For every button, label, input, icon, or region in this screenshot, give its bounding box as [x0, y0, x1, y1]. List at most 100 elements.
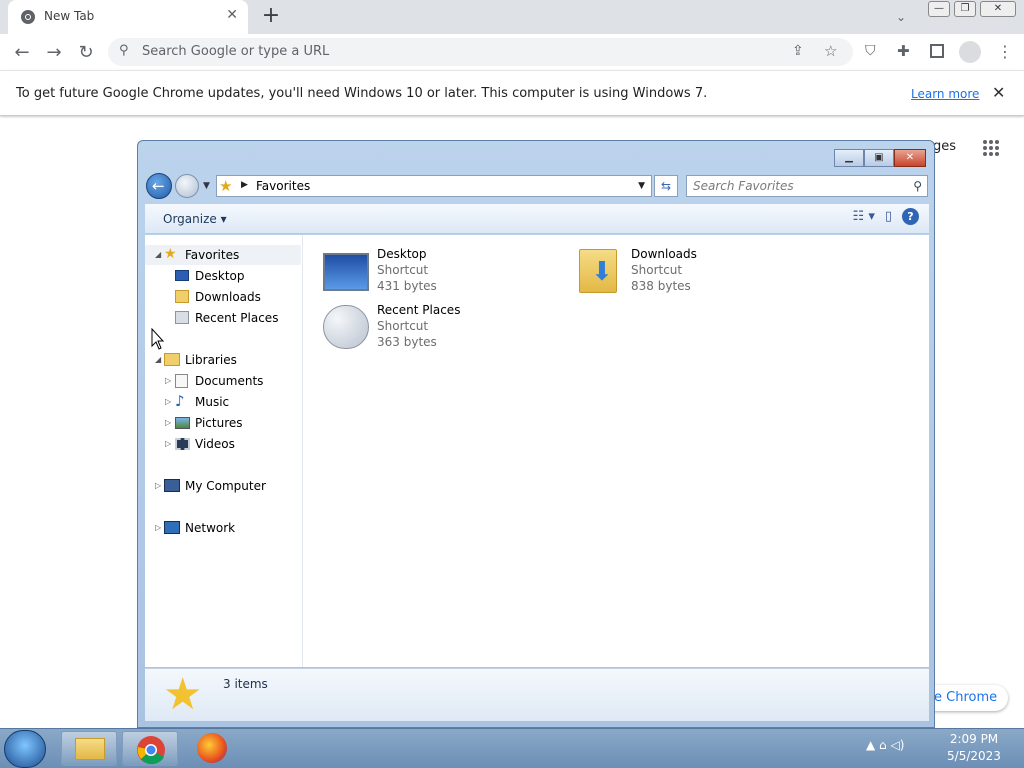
videos-icon — [175, 438, 190, 450]
nav-item-pictures[interactable]: ▷ Pictures — [165, 413, 243, 433]
learn-more-link[interactable]: Learn more — [911, 87, 979, 101]
download-arrow-icon: ⬇ — [591, 257, 613, 287]
new-tab-button[interactable]: + — [260, 5, 282, 27]
recent-places-shortcut-icon — [323, 305, 369, 349]
taskbar-explorer-button[interactable] — [61, 731, 117, 766]
side-panel-icon[interactable] — [930, 44, 944, 58]
expand-arrow-icon[interactable]: ▷ — [165, 392, 171, 412]
help-icon[interactable]: ? — [902, 208, 919, 225]
file-item-downloads[interactable]: ⬇ Downloads Shortcut 838 bytes — [577, 247, 797, 297]
libraries-icon — [164, 353, 180, 366]
nav-item-documents[interactable]: ▷ Documents — [165, 371, 263, 391]
search-favorites-input[interactable]: Search Favorites ⚲ — [686, 175, 928, 197]
explorer-window: ▁ ▣ ✕ ← ▼ ★ ▶ Favorites ▼ ⇆ Search Favor… — [137, 140, 935, 728]
extensions-puzzle-icon[interactable]: ✚ — [897, 42, 910, 60]
nav-item-videos[interactable]: ▷ Videos — [165, 434, 235, 454]
tab-search-chevron-icon[interactable]: ⌄ — [896, 10, 906, 24]
file-item-desktop[interactable]: Desktop Shortcut 431 bytes — [323, 247, 543, 297]
explorer-close-button[interactable]: ✕ — [894, 149, 926, 167]
nav-item-music[interactable]: ▷ ♪ Music — [165, 392, 229, 412]
explorer-forward-button[interactable] — [175, 174, 199, 198]
nav-item-network[interactable]: ▷ Network — [155, 518, 235, 538]
explorer-minimize-button[interactable]: ▁ — [834, 149, 864, 167]
taskbar-chrome-button[interactable] — [122, 731, 178, 766]
chrome-menu-icon[interactable]: ⋮ — [997, 42, 1013, 61]
images-link-partial[interactable]: ges — [933, 139, 956, 154]
details-pane: ★ 3 items — [145, 668, 929, 721]
file-item-recent-places[interactable]: Recent Places Shortcut 363 bytes — [323, 303, 543, 353]
nav-item-favorites[interactable]: ◢ ★ Favorites — [155, 245, 239, 265]
nav-item-my-computer[interactable]: ▷ My Computer — [155, 476, 266, 496]
change-view-icon[interactable]: ☷ ▾ — [853, 209, 875, 224]
tab-new-tab[interactable]: New Tab ✕ — [8, 0, 248, 34]
pictures-icon — [175, 417, 190, 429]
network-icon — [164, 521, 180, 534]
chrome-minimize-button[interactable]: — — [928, 1, 950, 17]
organize-menu-button[interactable]: Organize ▾ — [163, 212, 227, 226]
search-icon: ⚲ — [119, 43, 129, 58]
recent-pages-dropdown-icon[interactable]: ▼ — [203, 181, 210, 191]
computer-icon — [164, 479, 180, 492]
infobar-close-icon[interactable]: ✕ — [992, 83, 1005, 102]
bookmark-star-icon[interactable]: ☆ — [824, 42, 837, 60]
expand-arrow-icon[interactable]: ▷ — [155, 476, 161, 496]
start-button[interactable] — [4, 730, 46, 768]
address-dropdown-icon[interactable]: ▼ — [638, 181, 645, 191]
expand-arrow-icon[interactable]: ▷ — [155, 518, 161, 538]
address-breadcrumb[interactable]: Favorites — [256, 179, 310, 193]
expand-arrow-icon[interactable]: ▷ — [165, 371, 171, 391]
clock-time[interactable]: 2:09 PM — [944, 732, 1004, 746]
tab-title: New Tab — [44, 9, 95, 23]
apps-grid-icon[interactable] — [982, 139, 1000, 157]
mouse-cursor-icon — [151, 328, 165, 350]
explorer-folder-icon — [75, 738, 105, 760]
star-icon: ★ — [164, 246, 177, 262]
recent-places-icon — [175, 311, 189, 324]
collapse-arrow-icon[interactable]: ◢ — [155, 350, 161, 370]
customize-chrome-label: e Chrome — [934, 690, 998, 705]
nav-item-desktop[interactable]: Desktop — [175, 266, 245, 286]
explorer-back-button[interactable]: ← — [146, 173, 172, 199]
explorer-window-controls: ▁ ▣ ✕ — [834, 149, 926, 167]
downloads-folder-icon — [175, 290, 189, 303]
item-count: 3 items — [223, 677, 268, 691]
forward-arrow-icon[interactable]: → — [44, 44, 64, 62]
documents-icon — [175, 374, 188, 388]
navigation-pane: ◢ ★ Favorites Desktop Downloads Recent P… — [145, 235, 303, 667]
favorites-star-icon: ★ — [219, 177, 233, 195]
nav-item-libraries[interactable]: ◢ Libraries — [155, 350, 237, 370]
collapse-arrow-icon[interactable]: ◢ — [155, 245, 161, 265]
back-arrow-icon[interactable]: ← — [12, 44, 32, 62]
clock-date[interactable]: 5/5/2023 — [944, 749, 1004, 763]
shield-extension-icon[interactable]: ⛉ — [865, 43, 876, 59]
explorer-maximize-button[interactable]: ▣ — [864, 149, 894, 167]
favorites-large-star-icon: ★ — [163, 669, 203, 720]
nav-item-downloads[interactable]: Downloads — [175, 287, 261, 307]
chrome-restore-button[interactable]: ❐ — [954, 1, 976, 17]
address-bar[interactable]: ★ ▶ Favorites ▼ — [216, 175, 652, 197]
share-icon[interactable]: ⇪ — [792, 43, 804, 59]
profile-avatar-icon[interactable] — [959, 41, 981, 63]
preview-pane-icon[interactable]: ▯ — [885, 209, 892, 224]
reload-icon[interactable]: ↻ — [76, 44, 96, 62]
taskbar-firefox-icon[interactable] — [197, 733, 227, 763]
refresh-button[interactable]: ⇆ — [654, 175, 678, 197]
chrome-icon — [137, 736, 165, 765]
breadcrumb-chevron-icon[interactable]: ▶ — [241, 180, 248, 190]
back-arrow-icon: ← — [152, 177, 165, 195]
explorer-content: ◢ ★ Favorites Desktop Downloads Recent P… — [145, 235, 929, 667]
expand-arrow-icon[interactable]: ▷ — [165, 413, 171, 433]
expand-arrow-icon[interactable]: ▷ — [165, 434, 171, 454]
omnibox[interactable]: ⚲ Search Google or type a URL ⇪ ☆ — [108, 38, 853, 66]
update-infobar: To get future Google Chrome updates, you… — [0, 70, 1024, 116]
file-list: Desktop Shortcut 431 bytes ⬇ Downloads S… — [305, 235, 929, 667]
omnibox-placeholder: Search Google or type a URL — [142, 44, 330, 59]
infobar-message: To get future Google Chrome updates, you… — [16, 86, 708, 101]
desktop-shortcut-icon — [323, 253, 369, 291]
nav-item-recent-places[interactable]: Recent Places — [175, 308, 278, 328]
chrome-close-button[interactable]: ✕ — [980, 1, 1016, 17]
search-placeholder: Search Favorites — [693, 179, 794, 193]
system-tray-icons[interactable]: ▲ ⌂ ◁) — [866, 738, 904, 752]
chrome-favicon-icon — [21, 10, 35, 24]
tab-close-icon[interactable]: ✕ — [226, 7, 238, 23]
